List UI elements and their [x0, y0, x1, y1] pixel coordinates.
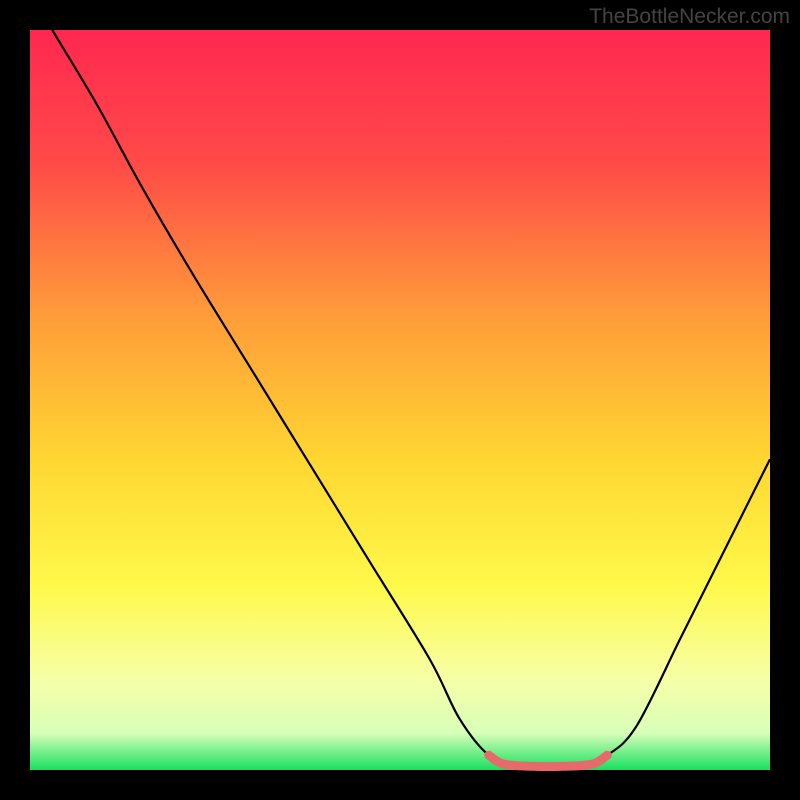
watermark-text: TheBottleNecker.com	[589, 5, 790, 29]
plot-area	[30, 30, 770, 770]
chart-svg	[0, 0, 800, 800]
bottleneck-chart: TheBottleNecker.com	[0, 0, 800, 800]
